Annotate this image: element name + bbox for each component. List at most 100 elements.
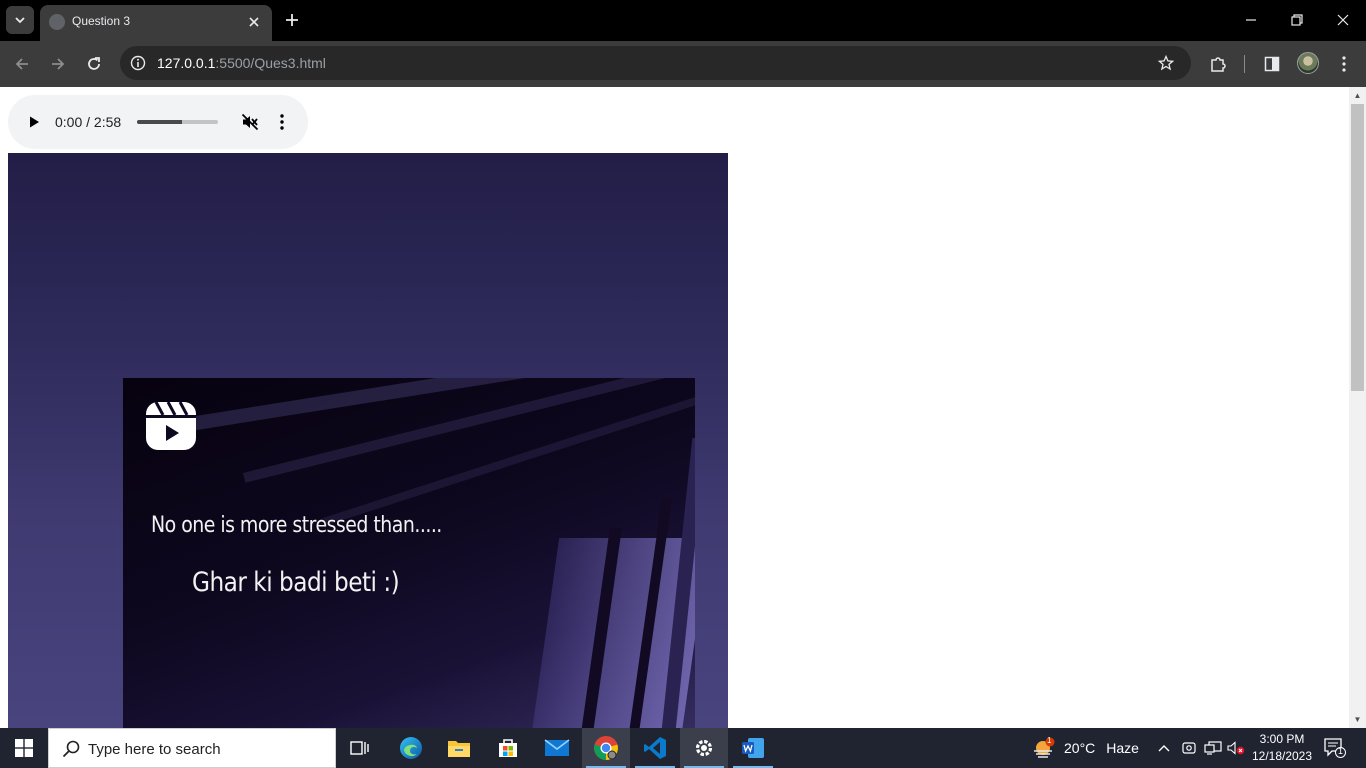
profile-avatar[interactable] [1297, 52, 1319, 74]
start-button[interactable] [0, 728, 48, 768]
minimize-button[interactable] [1228, 0, 1274, 40]
notification-count: 1 [1338, 746, 1344, 756]
audio-more-options-button[interactable] [270, 110, 294, 134]
show-hidden-icons-button[interactable] [1154, 738, 1174, 758]
tab-title: Question 3 [72, 14, 131, 28]
light-beam [243, 378, 695, 483]
restore-icon [1291, 14, 1303, 26]
audio-time-display: 0:00 / 2:58 [55, 114, 122, 130]
puzzle-icon [1211, 57, 1226, 72]
play-button[interactable] [22, 110, 46, 134]
url-path: :5500/Ques3.html [215, 55, 326, 71]
vscode-app[interactable] [631, 728, 679, 768]
weather-temperature: 20°C [1064, 740, 1096, 756]
reload-button[interactable] [80, 50, 108, 78]
microsoft-store-app[interactable] [484, 728, 532, 768]
volume-slider[interactable] [137, 120, 218, 124]
network-button[interactable] [1203, 738, 1223, 758]
taskbar-search-box[interactable]: Type here to search [48, 728, 336, 768]
forward-button[interactable] [44, 50, 72, 78]
word-app[interactable] [729, 728, 777, 768]
globe-icon [49, 14, 65, 30]
chevron-down-icon [15, 17, 25, 24]
arrow-left-icon [15, 58, 28, 70]
restore-button[interactable] [1274, 0, 1320, 40]
reel-video[interactable]: No one is more stressed than..... Ghar k… [8, 153, 728, 728]
reel-caption-line-2: Ghar ki badi beti :) [192, 567, 400, 598]
tab-question-3[interactable]: Question 3 [40, 5, 272, 41]
audio-player: 0:00 / 2:58 [8, 95, 308, 149]
tab-search-button[interactable] [6, 6, 34, 34]
camera-icon [1182, 742, 1196, 754]
taskbar-search-placeholder: Type here to search [88, 741, 221, 758]
address-bar[interactable]: 127.0.0.1:5500/Ques3.html [120, 46, 1191, 80]
url-text: 127.0.0.1:5500/Ques3.html [157, 55, 326, 71]
browser-menu-button[interactable] [1330, 50, 1358, 78]
task-view-icon [350, 741, 369, 755]
weather-widget[interactable]: 1 20°C Haze [1032, 728, 1139, 768]
notifications-button[interactable]: 1 [1324, 738, 1346, 758]
reel-frame: No one is more stressed than..... Ghar k… [123, 378, 695, 728]
close-window-button[interactable] [1320, 0, 1366, 40]
reload-icon [88, 57, 100, 70]
close-icon [1337, 14, 1349, 26]
settings-app[interactable] [680, 728, 728, 768]
speaker-muted-icon [1227, 741, 1245, 755]
volume-button[interactable] [1226, 738, 1246, 758]
clock-time: 3:00 PM [1259, 732, 1305, 746]
chevron-up-icon [1158, 745, 1170, 752]
windows-taskbar: Type here to search 1 20°C Haze 3:00 PM … [0, 728, 1366, 768]
more-vertical-icon [280, 114, 284, 130]
close-icon [249, 17, 259, 27]
volume-muted-icon [241, 113, 259, 131]
mail-icon [544, 739, 570, 756]
tab-close-button[interactable] [244, 12, 264, 32]
windows-logo-icon [15, 739, 33, 757]
weather-alert-badge: 1 [1047, 736, 1052, 745]
arrow-right-icon [52, 58, 65, 70]
word-icon [742, 738, 764, 758]
back-button[interactable] [8, 50, 36, 78]
more-vertical-icon [1342, 56, 1346, 72]
page-viewport: 0:00 / 2:58 No one is more stressed than… [0, 87, 1349, 728]
mail-app[interactable] [533, 728, 581, 768]
toolbar-divider [1244, 55, 1245, 73]
scrollbar-thumb[interactable] [1351, 104, 1364, 391]
weather-condition: Haze [1106, 740, 1139, 756]
edge-icon [400, 737, 422, 759]
reels-icon [146, 401, 196, 450]
vscode-icon [644, 737, 666, 759]
gear-icon [695, 739, 713, 757]
clock-date: 12/18/2023 [1251, 749, 1313, 763]
weather-haze-icon [1034, 737, 1055, 758]
scroll-down-arrow[interactable]: ▼ [1349, 711, 1366, 728]
network-icon [1204, 741, 1222, 755]
chrome-app[interactable] [582, 728, 630, 768]
tab-strip: Question 3 [0, 0, 1366, 41]
meet-now-button[interactable] [1179, 738, 1199, 758]
task-view-button[interactable] [336, 728, 384, 768]
search-icon [62, 740, 80, 758]
extensions-button[interactable] [1204, 50, 1232, 78]
system-clock[interactable]: 3:00 PM 12/18/2023 [1250, 731, 1314, 765]
side-panel-button[interactable] [1258, 50, 1286, 78]
page-scrollbar[interactable]: ▲ ▼ [1349, 87, 1366, 728]
mute-button[interactable] [238, 110, 262, 134]
browser-toolbar: 127.0.0.1:5500/Ques3.html [0, 41, 1366, 87]
folder-icon [448, 741, 470, 757]
chrome-icon [594, 736, 618, 760]
side-panel-icon [1264, 56, 1280, 72]
volume-slider-fill [137, 120, 182, 124]
minimize-icon [1246, 19, 1256, 21]
store-icon [499, 739, 517, 757]
new-tab-button[interactable] [280, 8, 304, 32]
edge-app[interactable] [387, 728, 435, 768]
reel-caption-line-1: No one is more stressed than..... [151, 513, 442, 538]
star-icon [1158, 55, 1174, 71]
bookmark-star-button[interactable] [1154, 51, 1178, 75]
scroll-up-arrow[interactable]: ▲ [1349, 87, 1366, 104]
url-host: 127.0.0.1 [157, 55, 216, 71]
site-info-icon[interactable] [126, 51, 150, 75]
file-explorer-app[interactable] [435, 728, 483, 768]
play-icon [30, 116, 39, 128]
